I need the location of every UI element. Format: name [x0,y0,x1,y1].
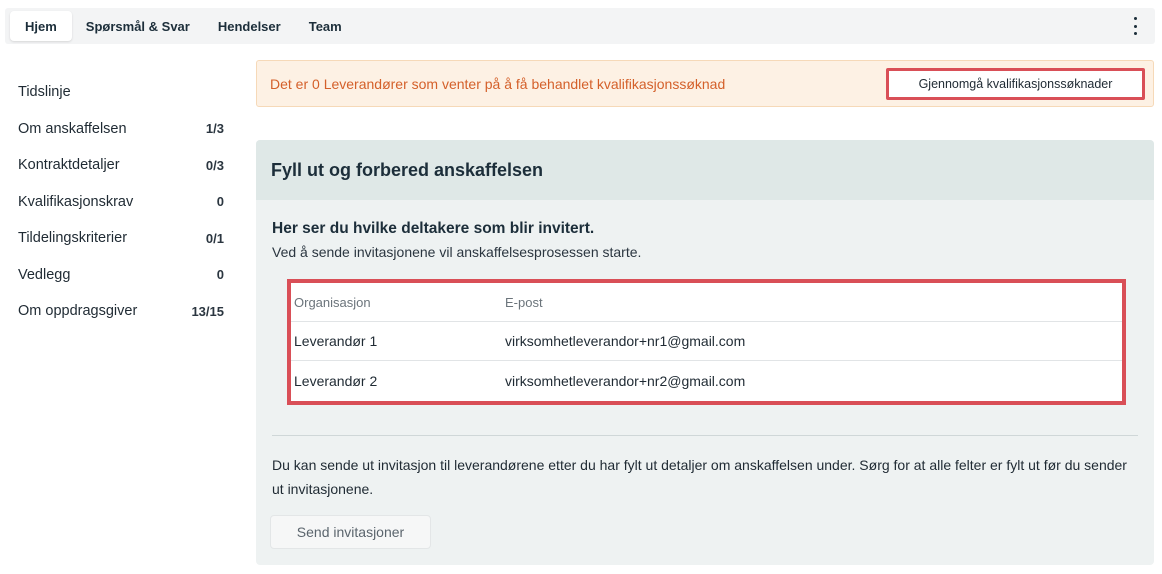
sidebar-item-tidslinje[interactable]: Tidslinje [18,82,230,102]
sidebar-nav: Tidslinje Om anskaffelsen 1/3 Kontraktde… [18,82,230,338]
sidebar-item-count: 0 [216,194,224,209]
sidebar-item-label: Kvalifikasjonskrav [18,193,134,210]
top-tab-bar: Hjem Spørsmål & Svar Hendelser Team [5,8,1155,44]
sidebar-item-vedlegg[interactable]: Vedlegg 0 [18,265,230,285]
sidebar-item-label: Kontraktdetaljer [18,157,120,173]
sidebar-item-count: 0/3 [205,157,224,173]
column-header-organisation: Organisasjon [294,294,371,310]
sidebar-item-count: 13/15 [191,303,224,319]
table-row: Leverandør 2 virksomhetleverandor+nr2@gm… [291,361,1122,400]
sidebar-item-om-anskaffelsen[interactable]: Om anskaffelsen 1/3 [18,119,230,139]
cell-email: virksomhetleverandor+nr1@gmail.com [505,333,746,349]
invitation-info-text: Du kan sende ut invitasjon til leverandø… [272,457,1127,497]
participants-heading: Her ser du hvilke deltakere som blir inv… [272,220,595,237]
review-applications-button[interactable]: Gjennomgå kvalifikasjonssøknader [886,68,1145,100]
tab-hjem[interactable]: Hjem [10,11,72,41]
table-header-row: Organisasjon E-post [291,283,1122,322]
pending-applications-banner: Det er 0 Leverandører som venter på å få… [256,60,1154,107]
sidebar-item-label: Vedlegg [18,266,71,283]
tab-team[interactable]: Team [295,11,356,41]
column-header-email: E-post [505,294,543,310]
sidebar-item-kontraktdetaljer[interactable]: Kontraktdetaljer 0/3 [18,155,230,175]
cell-organisation: Leverandør 1 [294,333,378,349]
sidebar-item-count: 0/1 [205,230,224,246]
cell-email: virksomhetleverandor+nr2@gmail.com [505,372,746,389]
section-divider [272,435,1138,436]
table-row: Leverandør 1 virksomhetleverandor+nr1@gm… [291,322,1122,361]
tab-hendelser[interactable]: Hendelser [204,11,295,41]
sidebar-item-count: 0 [216,267,224,282]
sidebar-item-kvalifikasjonskrav[interactable]: Kvalifikasjonskrav 0 [18,192,230,212]
sidebar-item-count: 1/3 [205,121,224,136]
more-options-icon[interactable] [1129,17,1141,35]
prepare-procurement-card: Fyll ut og forbered anskaffelsen Her ser… [256,140,1154,565]
send-invitations-button[interactable]: Send invitasjoner [270,515,431,549]
sidebar-item-tildelingskriterier[interactable]: Tildelingskriterier 0/1 [18,228,230,248]
participants-table: Organisasjon E-post Leverandør 1 virksom… [287,279,1126,405]
card-title: Fyll ut og forbered anskaffelsen [256,140,1154,200]
tab-sporsmal-svar[interactable]: Spørsmål & Svar [72,11,204,41]
participants-subheading: Ved å sende invitasjonene vil anskaffels… [272,244,642,260]
cell-organisation: Leverandør 2 [294,372,378,389]
sidebar-item-label: Tidslinje [18,84,71,100]
sidebar-item-om-oppdragsgiver[interactable]: Om oppdragsgiver 13/15 [18,301,230,321]
sidebar-item-label: Om anskaffelsen [18,120,127,137]
banner-text: Det er 0 Leverandører som venter på å få… [270,75,726,92]
sidebar-item-label: Tildelingskriterier [18,230,128,246]
sidebar-item-label: Om oppdragsgiver [18,303,138,319]
